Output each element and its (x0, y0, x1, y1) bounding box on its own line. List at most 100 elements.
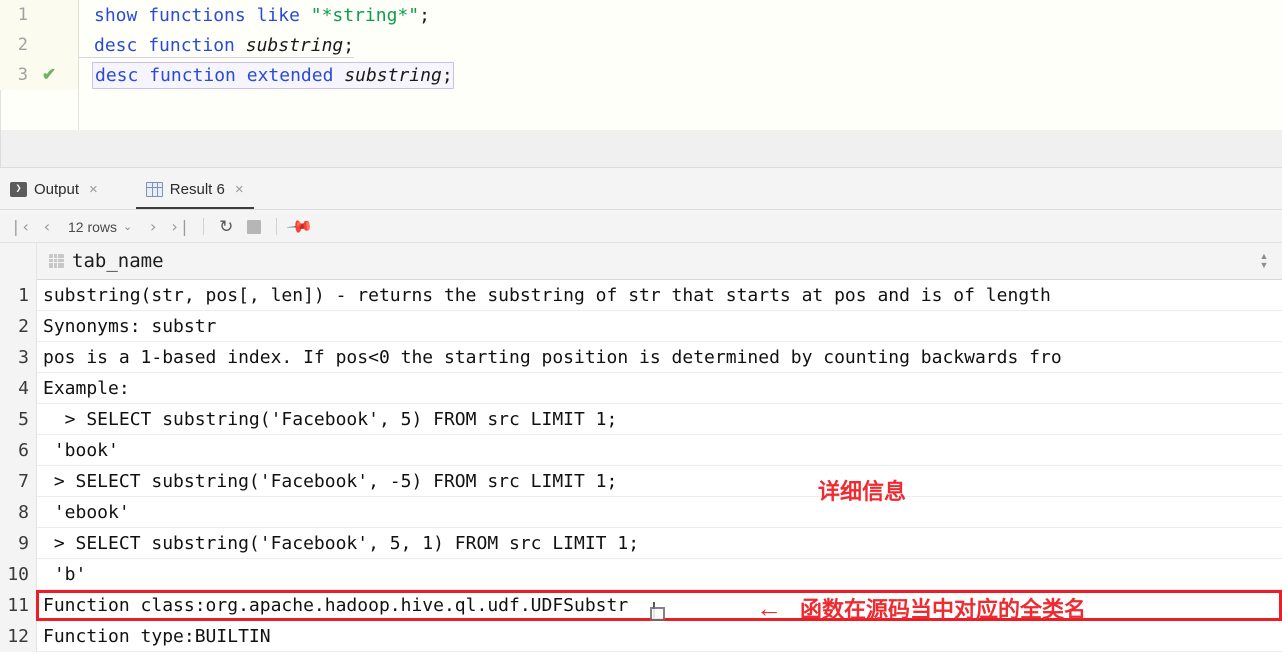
row-number: 9 (0, 527, 36, 559)
code-token: substring (344, 64, 442, 86)
table-row[interactable]: 3 pos is a 1-based index. If pos<0 the st… (0, 341, 1282, 373)
code-token: "*string*" (310, 4, 420, 26)
table-row[interactable]: 9 > SELECT substring('Facebook', 5, 1) F… (0, 527, 1282, 559)
table-cell-tab-name[interactable]: 'b' (36, 558, 1282, 590)
row-count-dropdown[interactable]: 12 rows ⌄ (62, 219, 138, 235)
row-number: 8 (0, 496, 36, 528)
editor-line-number: 1 (17, 5, 28, 25)
row-number: 12 (0, 620, 36, 652)
next-page-button[interactable]: › (140, 214, 166, 240)
annotation-full-class-name: 函数在源码当中对应的全类名 (800, 598, 1087, 623)
editor-line[interactable]: 3 ✔ desc function extended substring; (0, 60, 1282, 90)
table-cell-tab-name[interactable]: substring(str, pos[, len]) - returns the… (36, 279, 1282, 311)
editor-line-number: 3 (17, 65, 28, 85)
toolbar-divider (276, 218, 278, 235)
tab-result-6-label: Result 6 (169, 180, 225, 198)
table-row[interactable]: 11 Function class:org.apache.hadoop.hive.… (0, 589, 1282, 621)
table-cell-tab-name[interactable]: pos is a 1-based index. If pos<0 the sta… (36, 341, 1282, 373)
code-token: ; (419, 4, 430, 26)
table-row[interactable]: 4 Example: (0, 372, 1282, 404)
table-row[interactable]: 8 'ebook' (0, 496, 1282, 528)
code-token: functions (148, 4, 257, 26)
close-icon[interactable]: × (89, 181, 98, 198)
table-row[interactable]: 1 substring(str, pos[, len]) - returns th… (0, 279, 1282, 311)
code-token: desc (95, 64, 150, 86)
editor-lines: 1 show functions like "*string*"; 2 desc fu… (0, 0, 1282, 90)
grid-corner-cell (0, 242, 36, 280)
editor-line-text: desc function substring; (78, 34, 355, 58)
table-grid-icon (145, 181, 163, 197)
row-count-label: 12 rows (68, 218, 118, 235)
result-toolbar: ❘‹ ‹ 12 rows ⌄ › ›❘ ↻ 📌 (0, 210, 1282, 243)
code-token: ; (343, 34, 355, 56)
console-icon: ❯ (10, 181, 27, 197)
table-row[interactable]: 5 > SELECT substring('Facebook', 5) FROM… (0, 403, 1282, 435)
code-token: function (149, 64, 247, 86)
tab-result-6[interactable]: Result 6 × (135, 168, 254, 210)
table-cell-tab-name[interactable]: 'ebook' (36, 496, 1282, 528)
editor-gutter: 2 (0, 30, 78, 60)
editor-line[interactable]: 2 desc function substring; (0, 30, 1282, 60)
code-token: desc (94, 34, 149, 56)
result-grid: tab_name ▲ ▼ 1 substring(str, pos[, len])… (0, 242, 1282, 656)
table-cell-tab-name[interactable]: Synonyms: substr (36, 310, 1282, 342)
tab-output[interactable]: ❯ Output × (0, 168, 108, 210)
table-row[interactable]: 10 'b' (0, 558, 1282, 590)
code-token: extended (246, 64, 345, 86)
editor-gutter-separator (78, 0, 79, 130)
row-number: 2 (0, 310, 36, 342)
tab-output-label: Output (34, 180, 80, 198)
grid-rows: 1 substring(str, pos[, len]) - returns th… (0, 279, 1282, 652)
pin-button[interactable]: 📌 (285, 212, 314, 241)
table-cell-tab-name[interactable]: > SELECT substring('Facebook', 5, 1) FRO… (36, 527, 1282, 559)
row-number: 10 (0, 558, 36, 590)
row-number: 7 (0, 465, 36, 497)
table-cell-tab-name[interactable]: > SELECT substring('Facebook', -5) FROM … (36, 465, 1282, 497)
row-number: 1 (0, 279, 36, 311)
table-cell-tab-name[interactable]: Function class:org.apache.hadoop.hive.ql… (36, 589, 1282, 621)
table-cell-tab-name[interactable]: Function type:BUILTIN (36, 620, 1282, 652)
prev-page-button[interactable]: ‹ (34, 214, 60, 240)
editor-gutter: 3 ✔ (0, 60, 78, 90)
table-cell-tab-name[interactable]: 'book' (36, 434, 1282, 466)
code-token: like (256, 4, 311, 26)
stop-icon (247, 219, 262, 234)
annotation-arrow-icon: ← (756, 593, 782, 623)
editor-line-text: show functions like "*string*"; (78, 5, 430, 26)
row-number: 6 (0, 434, 36, 466)
row-number: 4 (0, 372, 36, 404)
column-header-label: tab_name (72, 250, 164, 272)
table-row[interactable]: 12 Function type:BUILTIN (0, 620, 1282, 652)
table-row[interactable]: 7 > SELECT substring('Facebook', -5) FRO… (0, 465, 1282, 497)
table-cell-tab-name[interactable]: > SELECT substring('Facebook', 5) FROM s… (36, 403, 1282, 435)
toolbar-divider (203, 218, 205, 235)
stop-button[interactable] (241, 214, 267, 240)
grid-header-row: tab_name ▲ ▼ (0, 242, 1282, 280)
row-number: 11 (0, 589, 36, 621)
editor-line-number: 2 (17, 35, 28, 55)
last-page-button[interactable]: ›❘ (168, 214, 194, 240)
column-header-tab-name[interactable]: tab_name (36, 242, 1246, 280)
first-page-button[interactable]: ❘‹ (6, 214, 32, 240)
table-cell-tab-name[interactable]: Example: (36, 372, 1282, 404)
sort-ascending-icon: ▲ (1259, 251, 1269, 261)
editor-line-text: desc function extended substring; (92, 61, 454, 89)
sort-descending-icon: ▼ (1259, 260, 1269, 270)
row-number: 5 (0, 403, 36, 435)
sql-ide-window: 1 show functions like "*string*"; 2 desc fu… (0, 0, 1282, 656)
chevron-down-icon: ⌄ (123, 221, 133, 233)
table-row[interactable]: 2 Synonyms: substr (0, 310, 1282, 342)
sql-editor-pane[interactable]: 1 show functions like "*string*"; 2 desc fu… (0, 0, 1282, 130)
editor-line[interactable]: 1 show functions like "*string*"; (0, 0, 1282, 30)
close-icon[interactable]: × (235, 181, 244, 198)
code-token: substring (245, 34, 344, 56)
band-left-edge (0, 130, 1, 168)
success-check-icon: ✔ (41, 65, 57, 84)
table-row[interactable]: 6 'book' (0, 434, 1282, 466)
result-tabstrip: ❯ Output × Result 6 × (0, 168, 1282, 210)
editor-bottom-band (0, 130, 1282, 168)
code-token: function (148, 34, 246, 56)
refresh-icon[interactable]: ↻ (213, 214, 239, 240)
annotation-detail-info: 详细信息 (818, 480, 907, 505)
sort-indicator[interactable]: ▲ ▼ (1246, 251, 1282, 270)
